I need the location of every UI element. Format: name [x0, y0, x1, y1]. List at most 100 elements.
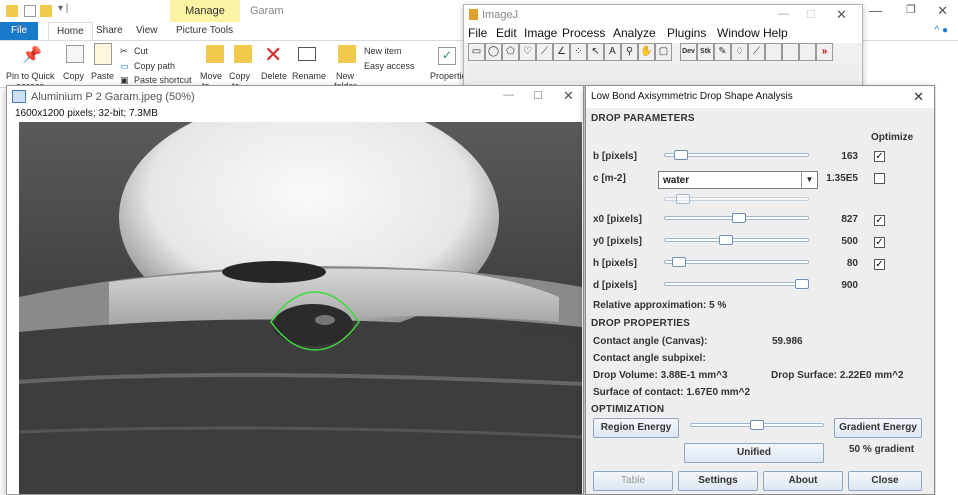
- param-y0-optimize-checkbox[interactable]: ✓: [874, 237, 885, 248]
- param-x0-slider-thumb[interactable]: [732, 213, 747, 223]
- rectangle-tool-icon[interactable]: ▭: [468, 43, 485, 61]
- pencil-tool-icon[interactable]: ⟋: [748, 43, 765, 61]
- menu-process[interactable]: Process: [562, 26, 605, 40]
- tab-share[interactable]: Share: [88, 22, 131, 40]
- dev-tool-icon[interactable]: Dev: [680, 43, 697, 61]
- move-to-icon[interactable]: [206, 45, 224, 63]
- paste-shortcut-button[interactable]: Paste shortcut: [134, 75, 192, 85]
- empty-tool-slot[interactable]: [782, 43, 799, 61]
- settings-button[interactable]: Settings: [678, 471, 758, 491]
- close-icon[interactable]: ✕: [937, 3, 948, 19]
- menu-analyze[interactable]: Analyze: [613, 26, 656, 40]
- close-icon[interactable]: ✕: [563, 88, 574, 104]
- menu-window[interactable]: Window: [717, 26, 760, 40]
- folder-icon[interactable]: [6, 5, 18, 17]
- param-c-optimize-checkbox[interactable]: [874, 173, 885, 184]
- move-to-button[interactable]: Move: [200, 71, 222, 81]
- menu-file[interactable]: File: [468, 26, 487, 40]
- pin-quick-label[interactable]: Pin to Quick: [6, 71, 55, 81]
- properties-quick-icon[interactable]: [24, 5, 36, 17]
- paste-icon[interactable]: [94, 43, 112, 65]
- param-d-slider[interactable]: [664, 282, 809, 286]
- param-y0-slider-thumb[interactable]: [719, 235, 734, 245]
- polygon-tool-icon[interactable]: ⬠: [502, 43, 519, 61]
- freehand-tool-icon[interactable]: ♡: [519, 43, 536, 61]
- tab-manage[interactable]: Manage: [170, 0, 240, 22]
- menu-help[interactable]: Help: [763, 26, 788, 40]
- copy-to-icon[interactable]: [234, 45, 252, 63]
- delete-button[interactable]: Delete: [261, 71, 287, 81]
- menu-image[interactable]: Image: [524, 26, 557, 40]
- param-y0-slider[interactable]: [664, 238, 809, 242]
- menu-edit[interactable]: Edit: [496, 26, 517, 40]
- paste-button[interactable]: Paste: [91, 71, 114, 81]
- magnifier-tool-icon[interactable]: ⚲: [621, 43, 638, 61]
- wand-tool-icon[interactable]: ↖: [587, 43, 604, 61]
- brush-tool-icon[interactable]: ✎: [714, 43, 731, 61]
- point-tool-icon[interactable]: ⁘: [570, 43, 587, 61]
- param-c-value: 1.35E5: [826, 173, 858, 184]
- gradient-energy-button[interactable]: Gradient Energy: [834, 418, 922, 438]
- table-button[interactable]: Table: [593, 471, 673, 491]
- drop-image-canvas[interactable]: [19, 122, 582, 494]
- quick-access-dropdown-icon[interactable]: ▾ |: [58, 3, 68, 14]
- properties-button[interactable]: Propertie: [430, 71, 467, 81]
- param-c-slider-thumb[interactable]: [676, 194, 690, 204]
- param-h-optimize-checkbox[interactable]: ✓: [874, 259, 885, 270]
- oval-tool-icon[interactable]: ◯: [485, 43, 502, 61]
- param-x0-optimize-checkbox[interactable]: ✓: [874, 215, 885, 226]
- fluid-select[interactable]: water ▼: [658, 171, 818, 189]
- angle-tool-icon[interactable]: ∠: [553, 43, 570, 61]
- new-folder-button[interactable]: New: [336, 71, 354, 81]
- restore-icon[interactable]: ❐: [906, 3, 916, 16]
- properties-icon[interactable]: ✓: [438, 47, 456, 65]
- empty-tool-slot[interactable]: [799, 43, 816, 61]
- energy-balance-slider-thumb[interactable]: [750, 420, 764, 430]
- minimize-icon[interactable]: —: [503, 89, 514, 101]
- about-button[interactable]: About: [763, 471, 843, 491]
- param-d-slider-thumb[interactable]: [795, 279, 809, 289]
- copy-button[interactable]: Copy: [63, 71, 84, 81]
- minimize-icon[interactable]: —: [778, 8, 789, 20]
- param-b-optimize-checkbox[interactable]: ✓: [874, 151, 885, 162]
- copy-icon[interactable]: [66, 45, 84, 63]
- maximize-icon[interactable]: ☐: [533, 89, 543, 102]
- param-d-label: d [pixels]: [593, 280, 637, 291]
- easy-access-button[interactable]: Easy access: [364, 61, 415, 71]
- chevron-down-icon[interactable]: ▼: [801, 172, 817, 188]
- new-folder-quick-icon[interactable]: [40, 5, 52, 17]
- tab-home[interactable]: Home: [48, 22, 93, 40]
- flood-fill-tool-icon[interactable]: ♢: [731, 43, 748, 61]
- tab-view[interactable]: View: [128, 22, 166, 40]
- region-energy-button[interactable]: Region Energy: [593, 418, 679, 438]
- close-button[interactable]: Close: [848, 471, 922, 491]
- maximize-icon[interactable]: ☐: [806, 8, 816, 21]
- more-tools-icon[interactable]: »: [816, 43, 833, 61]
- close-icon[interactable]: ✕: [913, 89, 924, 105]
- cut-button[interactable]: Cut: [134, 46, 148, 56]
- minimize-icon[interactable]: —: [869, 3, 882, 18]
- close-icon[interactable]: ✕: [836, 7, 847, 23]
- param-b-slider-thumb[interactable]: [674, 150, 689, 160]
- rename-icon[interactable]: [298, 47, 316, 61]
- line-tool-icon[interactable]: ⟋: [536, 43, 553, 61]
- empty-tool-slot[interactable]: [765, 43, 782, 61]
- drop-properties-heading: DROP PROPERTIES: [591, 318, 690, 329]
- new-item-button[interactable]: New item: [364, 46, 402, 56]
- unified-button[interactable]: Unified: [684, 443, 824, 463]
- copy-to-button[interactable]: Copy: [229, 71, 250, 81]
- pin-icon[interactable]: 📌: [22, 45, 42, 64]
- menu-plugins[interactable]: Plugins: [667, 26, 706, 40]
- rename-button[interactable]: Rename: [292, 71, 326, 81]
- delete-icon[interactable]: ✕: [264, 42, 282, 68]
- param-h-slider-thumb[interactable]: [671, 257, 686, 267]
- tab-file[interactable]: File: [0, 22, 38, 40]
- new-folder-icon[interactable]: [338, 45, 356, 63]
- hand-tool-icon[interactable]: ✋: [638, 43, 655, 61]
- color-picker-tool-icon[interactable]: ▢: [655, 43, 672, 61]
- text-tool-icon[interactable]: A: [604, 43, 621, 61]
- stk-tool-icon[interactable]: Stk: [697, 43, 714, 61]
- tab-picture-tools[interactable]: Picture Tools: [168, 22, 241, 40]
- copy-path-button[interactable]: Copy path: [134, 61, 175, 71]
- ribbon-collapse-icon[interactable]: ^ ●: [934, 25, 948, 36]
